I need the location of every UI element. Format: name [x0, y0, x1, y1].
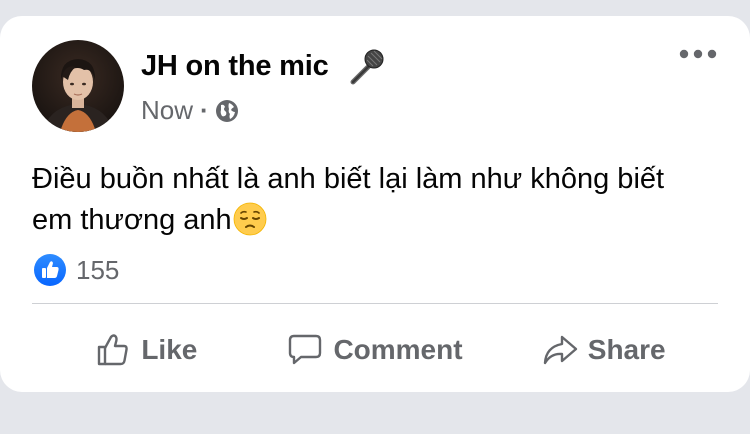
reactions-summary[interactable]: 155	[34, 254, 119, 286]
comment-label: Comment	[333, 334, 463, 365]
share-arrow-icon	[543, 335, 577, 365]
divider	[32, 303, 718, 304]
share-button[interactable]: Share	[489, 318, 718, 382]
action-bar: Like Comment Share	[32, 318, 718, 382]
microphone-icon	[350, 49, 384, 85]
globe-icon[interactable]	[215, 99, 239, 123]
comment-button[interactable]: Comment	[261, 318, 490, 382]
post-meta: Now ·	[141, 95, 239, 126]
more-options-icon[interactable]	[678, 44, 718, 64]
avatar[interactable]	[32, 40, 124, 132]
comment-icon	[289, 334, 322, 365]
post-body: Điều buồn nhất là anh biết lại làm như k…	[32, 163, 665, 236]
meta-separator: ·	[200, 95, 209, 125]
pensive-face-icon	[233, 202, 267, 236]
like-reaction-icon	[34, 254, 66, 286]
author-name[interactable]: JH on the mic	[141, 50, 329, 83]
avatar-photo	[32, 40, 124, 132]
like-label: Like	[141, 334, 198, 365]
reaction-count: 155	[76, 254, 120, 285]
thumbs-up-icon	[98, 334, 129, 366]
share-label: Share	[587, 334, 666, 365]
post-text: Điều buồn nhất là anh biết lại làm như k…	[32, 159, 692, 241]
post-timestamp[interactable]: Now	[141, 95, 193, 126]
post-card: JH on the mic Now · Điều buồn nhất là an…	[0, 16, 750, 392]
like-button[interactable]: Like	[32, 318, 261, 382]
